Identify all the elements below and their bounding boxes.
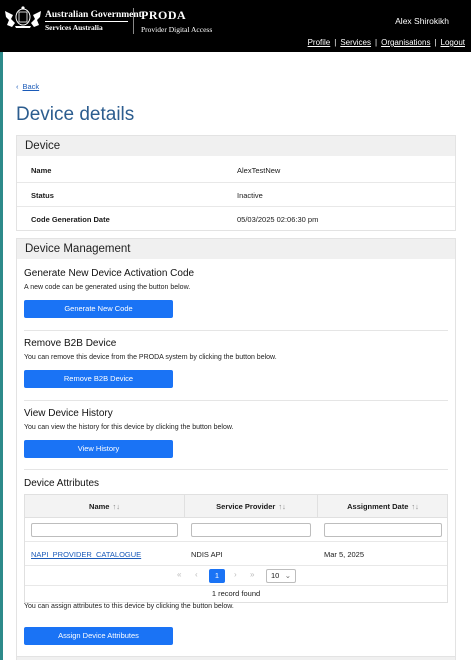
device-row-status: Status Inactive (17, 182, 455, 206)
device-panel-heading: Device (17, 136, 455, 156)
filter-assignment-date-input[interactable] (324, 523, 442, 537)
device-code-date-value: 05/03/2025 02:06:30 pm (237, 215, 319, 224)
chevron-left-icon: ‹ (16, 82, 19, 91)
attributes-table: Name ↑↓ Service Provider ↑↓ Assignment Dat… (24, 494, 448, 603)
device-attributes-section: Device Attributes (24, 478, 448, 489)
crest-icon (5, 6, 41, 28)
assign-attributes-desc: You can assign attributes to this device… (24, 603, 234, 610)
table-header: Name ↑↓ Service Provider ↑↓ Assignment Dat… (25, 495, 447, 518)
remove-device-section: Remove B2B Device You can remove this de… (24, 338, 448, 388)
column-header-service-provider[interactable]: Service Provider ↑↓ (185, 495, 317, 518)
gov-name: Australian Government (45, 10, 142, 20)
records-found-text: 1 record found (211, 589, 261, 598)
chevron-down-icon: ⌄ (284, 571, 291, 580)
device-panel: Device Name AlexTestNew Status Inactive … (16, 135, 456, 231)
section-divider (24, 400, 448, 401)
view-history-title: View Device History (24, 408, 113, 419)
view-history-button[interactable]: View History (24, 440, 173, 458)
device-name-value: AlexTestNew (237, 166, 281, 175)
table-row: NAPI_PROVIDER_CATALOGUE NDIS API Mar 5, … (25, 542, 447, 566)
generate-code-desc: A new code can be generated using the bu… (24, 284, 191, 291)
page-button-current[interactable]: 1 (209, 569, 225, 583)
filter-name-input[interactable] (31, 523, 178, 537)
device-row-name: Name AlexTestNew (17, 158, 455, 182)
table-paginator: « ‹ 1 › » 10 ⌄ (25, 566, 447, 586)
management-panel-heading: Device Management (17, 239, 455, 259)
username: Alex Shirokikh (395, 16, 449, 26)
device-attributes-title: Device Attributes (24, 478, 100, 489)
next-page-icon[interactable]: › (234, 570, 237, 579)
last-page-icon[interactable]: » (250, 570, 254, 579)
section-divider (24, 469, 448, 470)
generate-code-section: Generate New Device Activation Code A ne… (24, 268, 448, 318)
attribute-provider-cell: NDIS API (191, 550, 223, 559)
assign-attributes-section: You can assign attributes to this device… (24, 603, 448, 645)
sort-icon[interactable]: ↑↓ (112, 502, 120, 511)
generate-code-title: Generate New Device Activation Code (24, 268, 195, 279)
header-divider (45, 21, 128, 22)
prev-page-icon[interactable]: ‹ (195, 570, 198, 579)
utility-nav: Profile | Services | Organisations | Logout (307, 38, 465, 47)
remove-device-desc: You can remove this device from the PROD… (24, 354, 277, 361)
attribute-name-link[interactable]: NAPI_PROVIDER_CATALOGUE (31, 550, 141, 559)
side-accent-line (0, 52, 3, 660)
header-vertical-divider (133, 8, 134, 34)
app-name: PRODA (141, 8, 187, 22)
page-title: Device details (16, 104, 135, 125)
nav-services-link[interactable]: Services (340, 38, 371, 47)
header-bar: Australian Government Services Australia… (0, 0, 471, 52)
column-header-assignment-date[interactable]: Assignment Date ↑↓ (318, 495, 448, 518)
nav-logout-link[interactable]: Logout (441, 38, 465, 47)
attribute-date-cell: Mar 5, 2025 (324, 550, 365, 559)
section-divider (24, 330, 448, 331)
back-nav: ‹ Back (16, 82, 39, 91)
nav-organisations-link[interactable]: Organisations (381, 38, 430, 47)
sort-icon[interactable]: ↑↓ (278, 502, 286, 511)
view-history-desc: You can view the history for this device… (24, 424, 234, 431)
filter-row (25, 518, 447, 542)
view-history-section: View Device History You can view the his… (24, 408, 448, 458)
back-link[interactable]: Back (23, 82, 40, 91)
page-size-select[interactable]: 10 ⌄ (266, 569, 296, 583)
device-code-date-label: Code Generation Date (31, 215, 110, 224)
agency-name: Services Australia (45, 23, 103, 32)
nav-profile-link[interactable]: Profile (308, 38, 331, 47)
filter-service-provider-input[interactable] (191, 523, 311, 537)
remove-b2b-device-button[interactable]: Remove B2B Device (24, 370, 173, 388)
sort-icon[interactable]: ↑↓ (411, 502, 419, 511)
device-name-label: Name (31, 166, 52, 175)
app-subtitle: Provider Digital Access (141, 25, 213, 34)
generate-new-code-button[interactable]: Generate New Code (24, 300, 173, 318)
device-status-label: Status (31, 191, 54, 200)
remove-device-title: Remove B2B Device (24, 338, 117, 349)
device-row-code-date: Code Generation Date 05/03/2025 02:06:30… (17, 206, 455, 230)
column-header-name[interactable]: Name ↑↓ (25, 495, 184, 518)
next-panel-edge (16, 656, 456, 660)
device-status-value: Inactive (237, 191, 263, 200)
assign-device-attributes-button[interactable]: Assign Device Attributes (24, 627, 173, 645)
first-page-icon[interactable]: « (177, 570, 181, 579)
